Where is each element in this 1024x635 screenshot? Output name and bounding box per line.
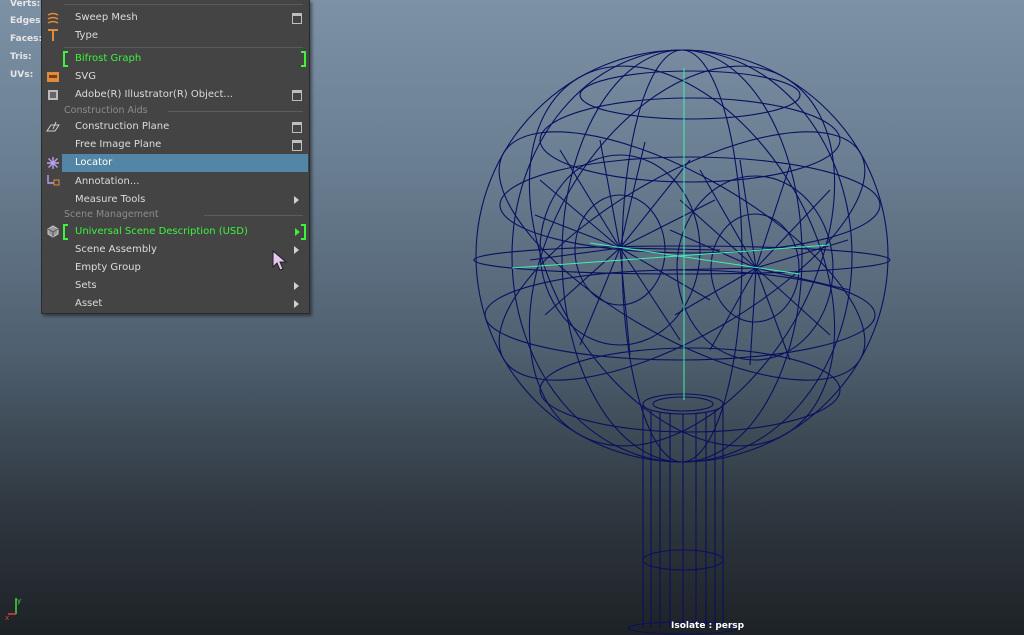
menu-item-label: Measure Tools — [75, 194, 146, 205]
menu-item-type[interactable]: Type — [42, 27, 308, 45]
option-box-icon[interactable] — [292, 90, 302, 101]
menu-item-illustrator-object[interactable]: Adobe(R) Illustrator(R) Object... — [42, 86, 308, 104]
menu-item-label: Free Image Plane — [75, 139, 162, 150]
menu-item-label: Sweep Mesh — [75, 12, 138, 23]
menu-item-sweep-mesh[interactable]: Sweep Mesh — [42, 9, 308, 27]
illustrator-icon — [48, 90, 58, 100]
menu-item-annotation[interactable]: Annotation... — [42, 173, 308, 191]
submenu-arrow-icon — [294, 282, 299, 290]
menu-item-label: SVG — [75, 71, 96, 82]
menu-item-label: Universal Scene Description (USD) — [75, 226, 248, 237]
menu-item-asset[interactable]: Asset — [42, 295, 308, 313]
menu-item-empty-group[interactable]: Empty Group — [42, 259, 308, 277]
option-box-icon[interactable] — [292, 140, 302, 151]
menu-item-label: Empty Group — [75, 262, 141, 273]
annotation-icon — [47, 175, 60, 186]
menu-item-label: Annotation... — [75, 176, 140, 187]
submenu-arrow-icon — [295, 228, 300, 236]
camera-label: Isolate : persp — [671, 621, 745, 631]
menu-item-label: Scene Assembly — [75, 244, 157, 255]
submenu-arrow-icon — [294, 196, 299, 204]
locator-icon — [47, 157, 59, 169]
menu-item-label: Locator — [75, 157, 113, 168]
menu-item-construction-plane[interactable]: Construction Plane — [42, 118, 308, 136]
svg-icon — [47, 72, 59, 82]
option-box-icon[interactable] — [292, 13, 302, 24]
submenu-arrow-icon — [294, 300, 299, 308]
menu-item-usd[interactable]: Universal Scene Description (USD) — [42, 223, 308, 241]
submenu-arrow-icon — [294, 246, 299, 254]
section-scene-management: Scene Management — [64, 209, 159, 220]
section-construction-aids: Construction Aids — [64, 105, 148, 116]
menu-item-label: Bifrost Graph — [75, 53, 142, 64]
create-menu: Sweep Mesh Type Bifrost Graph SVG Adobe(… — [41, 0, 310, 314]
menu-item-label: Asset — [75, 298, 103, 309]
mouse-cursor-icon — [272, 250, 288, 271]
axis-gizmo-icon: y x — [5, 597, 21, 622]
menu-item-sets[interactable]: Sets — [42, 277, 308, 295]
menu-item-scene-assembly[interactable]: Scene Assembly — [42, 241, 308, 259]
menu-item-measure-tools[interactable]: Measure Tools — [42, 191, 308, 209]
type-icon — [48, 29, 58, 41]
construction-plane-icon — [46, 121, 60, 132]
menu-item-bifrost-graph[interactable]: Bifrost Graph — [42, 50, 308, 68]
menu-item-label: Sets — [75, 280, 97, 291]
sweep-mesh-icon — [47, 12, 59, 24]
menu-item-svg[interactable]: SVG — [42, 68, 308, 86]
menu-item-label: Adobe(R) Illustrator(R) Object... — [75, 89, 233, 100]
svg-text:y: y — [17, 597, 21, 605]
usd-icon — [47, 225, 59, 238]
option-box-icon[interactable] — [292, 122, 302, 133]
menu-item-free-image-plane[interactable]: Free Image Plane — [42, 136, 308, 154]
svg-text:x: x — [5, 614, 9, 622]
menu-item-label: Type — [75, 30, 98, 41]
menu-item-locator[interactable]: Locator — [62, 154, 308, 172]
menu-item-label: Construction Plane — [75, 121, 170, 132]
